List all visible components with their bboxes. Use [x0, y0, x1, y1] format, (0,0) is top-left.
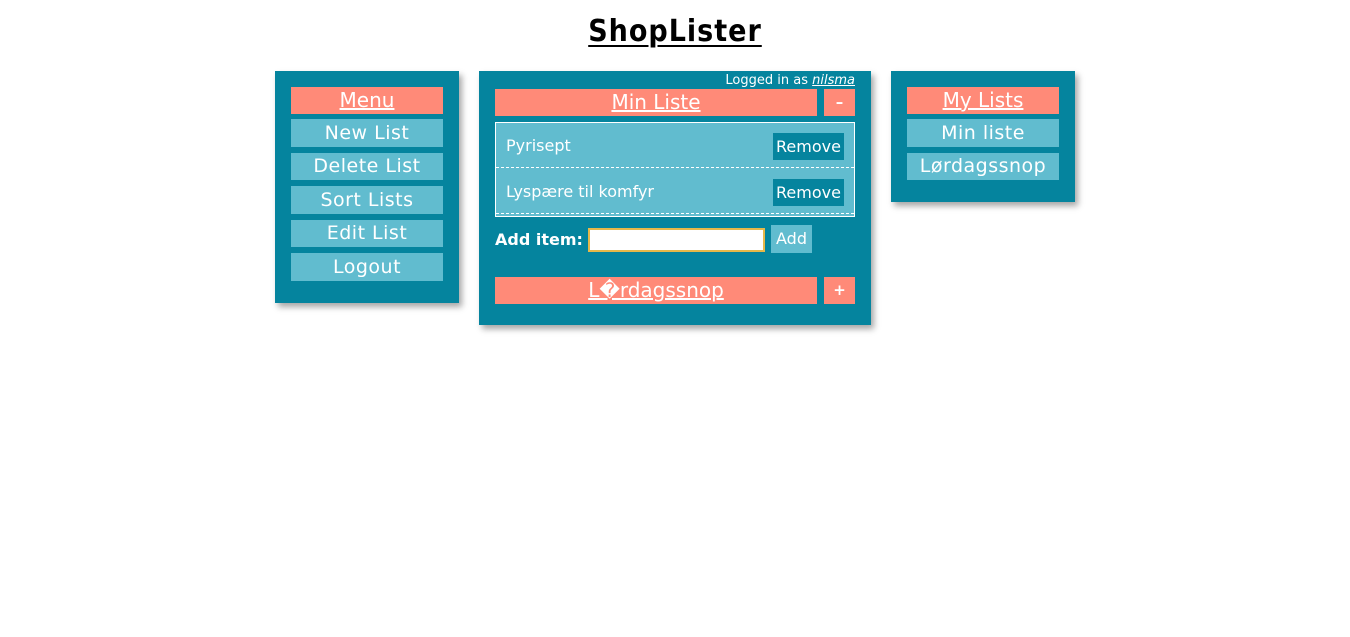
list-title-min-liste[interactable]: Min Liste: [495, 89, 817, 116]
item-name: Pyrisept: [506, 136, 571, 155]
expand-list-button[interactable]: +: [824, 277, 855, 304]
logged-in-prefix: Logged in as: [725, 73, 808, 88]
my-lists-header[interactable]: My Lists: [907, 87, 1059, 114]
login-status: Logged in as nilsma: [725, 73, 855, 88]
remove-item-button[interactable]: Remove: [773, 179, 844, 206]
page-title: ShopLister: [588, 14, 762, 49]
main-panel: Logged in as nilsma Min Liste – Pyrisept…: [479, 71, 871, 325]
add-item-button[interactable]: Add: [771, 225, 812, 253]
item-name: Lyspære til komfyr: [506, 182, 654, 201]
edit-list-button[interactable]: Edit List: [291, 220, 443, 247]
username-link[interactable]: nilsma: [812, 73, 855, 88]
menu-header[interactable]: Menu: [291, 87, 443, 114]
sort-lists-button[interactable]: Sort Lists: [291, 186, 443, 214]
my-list-item-lordagssnop[interactable]: Lørdagssnop: [907, 153, 1059, 180]
my-list-item-min-liste[interactable]: Min liste: [907, 119, 1059, 147]
my-lists-panel: My Lists Min liste Lørdagssnop: [891, 71, 1075, 202]
list-title-lordagssnop[interactable]: L�rdagssnop: [495, 277, 817, 304]
logout-button[interactable]: Logout: [291, 253, 443, 281]
new-list-button[interactable]: New List: [291, 119, 443, 147]
add-item-input[interactable]: [588, 228, 765, 252]
add-item-label: Add item:: [495, 230, 583, 249]
list-item: Pyrisept Remove: [496, 123, 854, 168]
menu-panel: Menu New List Delete List Sort Lists Edi…: [275, 71, 459, 303]
delete-list-button[interactable]: Delete List: [291, 153, 443, 180]
collapse-list-button[interactable]: –: [824, 89, 855, 116]
remove-item-button[interactable]: Remove: [773, 133, 844, 160]
list-item: Lyspære til komfyr Remove: [496, 169, 854, 214]
list-items: Pyrisept Remove Lyspære til komfyr Remov…: [495, 122, 855, 217]
